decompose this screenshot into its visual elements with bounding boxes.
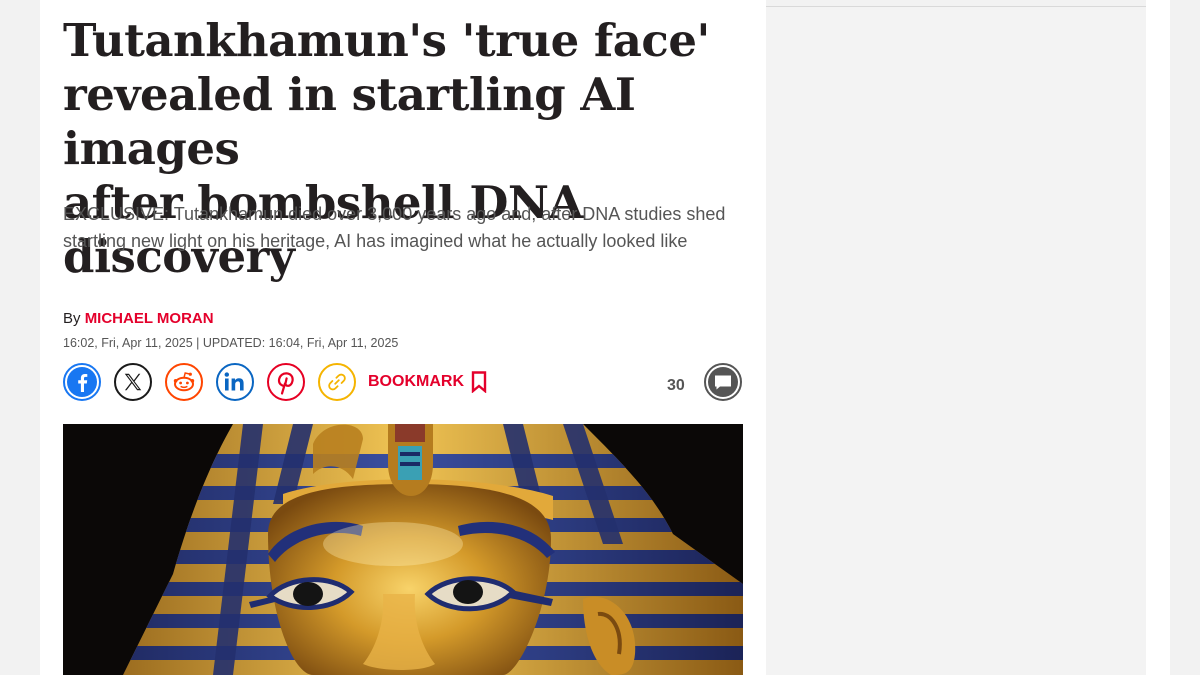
comment-icon: [708, 367, 738, 397]
tutankhamun-mask-image: [63, 424, 743, 675]
article-timestamp: 16:02, Fri, Apr 11, 2025 | UPDATED: 16:0…: [63, 336, 399, 350]
article-standfirst: EXCLUSIVE: Tutankhamun died over 3,000 y…: [63, 204, 726, 251]
pinterest-icon: [277, 372, 294, 395]
facebook-icon: [67, 367, 97, 397]
byline: By MICHAEL MORAN: [63, 310, 214, 327]
facebook-share-button[interactable]: [63, 363, 101, 401]
headline-line: revealed in startling AI images: [63, 68, 636, 175]
headline-line: Tutankhamun's 'true face': [63, 14, 710, 67]
sidebar: [766, 0, 1146, 675]
hero-image: [63, 424, 743, 675]
x-share-button[interactable]: [114, 363, 152, 401]
comment-count[interactable]: 30: [667, 377, 685, 395]
author-link[interactable]: MICHAEL MORAN: [85, 310, 214, 327]
page: Tutankhamun's 'true face' revealed in st…: [0, 0, 1200, 675]
linkedin-share-button[interactable]: [216, 363, 254, 401]
reddit-icon: [173, 372, 195, 392]
article-column: Tutankhamun's 'true face' revealed in st…: [40, 0, 766, 675]
copy-link-icon: [328, 373, 346, 391]
right-rail: [1146, 0, 1170, 675]
pinterest-share-button[interactable]: [267, 363, 305, 401]
reddit-share-button[interactable]: [165, 363, 203, 401]
linkedin-icon: [224, 372, 244, 391]
comments-button[interactable]: [704, 363, 742, 401]
sidebar-ad-slot: [766, 6, 1146, 675]
byline-prefix: By: [63, 310, 81, 327]
x-icon: [124, 373, 142, 391]
share-bar: BOOKMARK 30: [63, 362, 745, 404]
bookmark-label: BOOKMARK: [368, 373, 464, 390]
bookmark-button[interactable]: BOOKMARK: [368, 371, 487, 393]
bookmark-icon: [471, 371, 487, 393]
copy-link-button[interactable]: [318, 363, 356, 401]
